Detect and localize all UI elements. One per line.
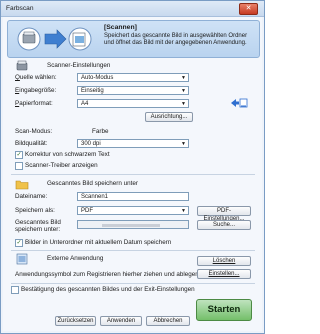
chevron-down-icon: ▼	[181, 88, 186, 94]
save-as-label: Speichern als:	[15, 207, 55, 214]
apply-button[interactable]: Anwenden	[100, 316, 142, 326]
chevron-down-icon: ▼	[181, 141, 186, 147]
header-description: Speichert das gescannte Bild in ausgewäh…	[104, 33, 248, 47]
checkbox-checked-icon: ✓	[15, 151, 23, 159]
chevron-down-icon: ▼	[181, 101, 186, 107]
subfolder-label: Bilder in Unterordner mit aktuellem Datu…	[25, 239, 172, 246]
save-folder-path[interactable]	[77, 220, 189, 229]
source-select[interactable]: Auto-Modus ▼	[77, 73, 189, 82]
chevron-down-icon: ▼	[181, 208, 186, 214]
delete-button-label: Löschen	[212, 258, 236, 264]
paper-size-select[interactable]: A4 ▼	[77, 99, 189, 108]
checkbox-unchecked-icon	[11, 286, 19, 294]
save-settings-heading: Gescanntes Bild speichern unter	[9, 177, 257, 191]
folder-icon	[15, 180, 29, 190]
save-settings-label: Gescanntes Bild speichern unter	[47, 180, 139, 187]
save-in-label: Gescanntes Bild speichern unter:	[15, 219, 61, 233]
quality-value: 300 dpi	[81, 141, 101, 147]
input-size-label: Eingabegröße:	[15, 87, 57, 94]
paper-size-value: A4	[81, 101, 89, 107]
divider	[11, 174, 255, 175]
app-settings-label: Einstellen...	[208, 271, 240, 277]
window-title: Farbscan	[6, 5, 34, 12]
paper-size-label: Papierformat:	[15, 100, 53, 107]
page-orientation-icon[interactable]	[229, 97, 249, 109]
application-icon	[16, 253, 28, 265]
input-size-select[interactable]: Einseitig ▼	[77, 86, 189, 95]
reset-button[interactable]: Zurücksetzen	[55, 316, 96, 326]
save-as-value: PDF	[81, 208, 93, 214]
correct-text-label: Korrektur von schwarzem Text	[25, 151, 110, 158]
checkbox-checked-icon: ✓	[15, 239, 23, 247]
title-bar: Farbscan ✕	[1, 1, 264, 17]
scan-header: [Scannen] Speichert das gescannte Bild i…	[7, 20, 260, 58]
chevron-down-icon: ▼	[181, 75, 186, 81]
dialog-body: [Scannen] Speichert das gescannte Bild i…	[3, 17, 262, 331]
filename-value: Scannen1	[81, 194, 109, 200]
close-icon: ✕	[245, 5, 252, 12]
scan-to-folder-icon	[17, 27, 92, 51]
close-button[interactable]: ✕	[239, 3, 258, 15]
save-as-select[interactable]: PDF ▼	[77, 206, 189, 215]
filename-input[interactable]: Scannen1	[77, 192, 189, 201]
scan-window: Farbscan ✕ [Scannen] Speichert das gesca…	[0, 0, 265, 334]
show-driver-label: Scanner-Treiber anzeigen	[25, 162, 98, 169]
divider	[11, 250, 255, 251]
pdf-settings-button[interactable]: PDF-Einstellungen...	[197, 206, 251, 222]
checkbox-unchecked-icon	[15, 162, 23, 170]
quality-label: Bildqualität:	[15, 140, 48, 147]
filename-label: Dateiname:	[15, 193, 48, 200]
folder-path-placeholder	[102, 224, 160, 227]
source-value: Auto-Modus	[81, 75, 114, 81]
source-label: Quelle wählen:	[15, 74, 57, 81]
scanner-icon	[16, 60, 28, 71]
external-app-label: Externe Anwendung	[47, 255, 104, 262]
delete-button[interactable]: Löschen	[197, 256, 251, 266]
quality-select[interactable]: 300 dpi ▼	[77, 139, 189, 148]
input-size-value: Einseitig	[81, 88, 104, 94]
cancel-button[interactable]: Abbrechen	[146, 316, 190, 326]
confirm-label: Bestätigung des gescannten Bildes und de…	[21, 286, 195, 293]
color-mode-label: Scan-Modus:	[15, 128, 53, 135]
app-settings-button[interactable]: Einstellen...	[197, 269, 251, 279]
browse-button[interactable]: Suche...	[197, 220, 251, 230]
start-button[interactable]: Starten	[196, 299, 252, 321]
scanner-settings-label: Scanner-Einstellungen	[47, 62, 111, 69]
drag-hint-text: Anwendungssymbol zum Registrieren hierhe…	[15, 271, 201, 278]
color-mode-value: Farbe	[92, 128, 109, 135]
alignment-button[interactable]: Ausrichtung...	[145, 112, 193, 122]
scanner-settings-heading: Scanner-Einstellungen	[9, 59, 257, 73]
divider	[11, 283, 255, 284]
header-title: [Scannen]	[104, 24, 137, 31]
